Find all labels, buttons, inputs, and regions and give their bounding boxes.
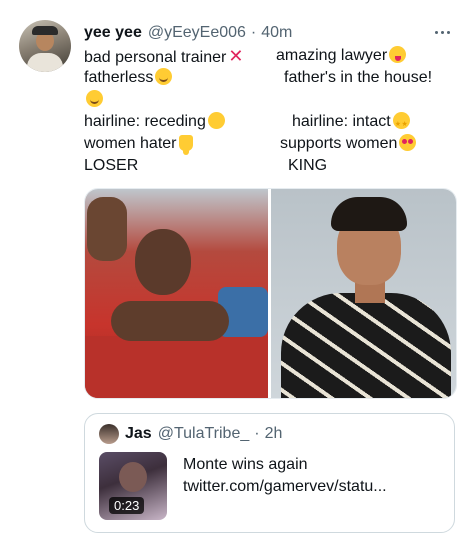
author-handle[interactable]: @yEeyEe006 <box>148 24 246 42</box>
tweet-media[interactable] <box>84 188 457 399</box>
left-line-2: fatherless <box>84 67 173 89</box>
smiling-face-emoji-icon <box>86 90 103 107</box>
photo-leg <box>87 197 127 261</box>
right-line-1: amazing lawyer <box>276 45 407 67</box>
media-image-right[interactable] <box>271 189 456 398</box>
star-struck-emoji-icon <box>392 112 410 136</box>
left-line-1: bad personal trainer ✕ <box>84 46 244 66</box>
quoted-author-handle[interactable]: @TulaTribe_ <box>158 425 250 443</box>
quoted-tweet-header: Jas @TulaTribe_ · 2h <box>125 424 282 444</box>
author-name[interactable]: yee yee <box>84 24 142 42</box>
quoted-tweet-timestamp[interactable]: 2h <box>265 425 283 443</box>
tongue-out-emoji-icon <box>389 46 407 63</box>
media-image-left[interactable] <box>85 189 268 398</box>
avatar-hat <box>32 26 58 35</box>
crying-face-emoji-icon <box>207 112 225 129</box>
quoted-tweet-text: Monte wins again twitter.com/gamervev/st… <box>183 454 387 498</box>
quoted-link[interactable]: twitter.com/gamervev/statu... <box>183 476 387 498</box>
photo-hair <box>331 197 407 231</box>
photo-head <box>135 229 191 295</box>
quoted-tweet[interactable]: Jas @TulaTribe_ · 2h 0:23 Monte wins aga… <box>84 413 455 533</box>
right-line-2: father's in the house! <box>284 69 433 86</box>
right-line-3: hairline: intact <box>292 111 410 136</box>
thumbs-down-emoji-icon <box>178 135 193 155</box>
header-separator: · <box>250 24 257 41</box>
left-line-2-cont <box>84 89 103 111</box>
left-line-5: LOSER <box>84 157 139 174</box>
left-line-4: women hater <box>84 133 193 155</box>
photo-patterned-shirt <box>281 293 451 398</box>
photo-bed <box>85 336 268 398</box>
quoted-text-line-1: Monte wins again <box>183 456 308 473</box>
avatar-shirt <box>27 53 63 72</box>
smiling-face-emoji-icon <box>155 68 173 85</box>
quoted-header-separator: · <box>254 425 260 442</box>
quoted-video-thumbnail[interactable]: 0:23 <box>99 452 167 520</box>
more-options-icon[interactable] <box>432 22 452 42</box>
left-line-3: hairline: receding <box>84 111 225 133</box>
red-x-emoji-icon: ✕ <box>228 46 244 66</box>
photo-arm <box>111 301 229 341</box>
tweet-timestamp[interactable]: 40m <box>261 24 292 42</box>
thumbnail-face <box>119 462 147 492</box>
video-duration-badge: 0:23 <box>109 497 145 514</box>
right-line-5: KING <box>288 157 328 174</box>
tweet-header: yee yee @yEeyEe006 · 40m <box>84 22 292 44</box>
quoted-author-name[interactable]: Jas <box>125 425 152 443</box>
quoted-author-avatar[interactable] <box>99 424 119 444</box>
right-line-4: supports women <box>280 133 417 155</box>
heart-eyes-emoji-icon <box>399 134 417 151</box>
author-avatar[interactable] <box>19 20 71 72</box>
